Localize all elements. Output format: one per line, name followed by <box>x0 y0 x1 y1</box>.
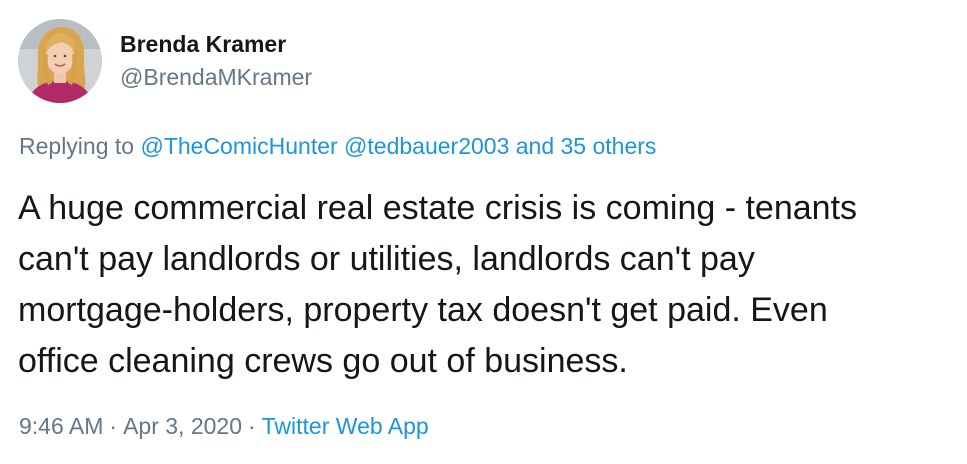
tweet-text: A huge commercial real estate crisis is … <box>18 183 963 387</box>
replying-to-line: Replying to @TheComicHunter @tedbauer200… <box>19 132 656 160</box>
author-handle[interactable]: @BrendaMKramer <box>120 63 312 91</box>
avatar[interactable] <box>18 19 102 103</box>
tweet-card: Brenda Kramer @BrendaMKramer Replying to… <box>0 0 967 464</box>
mention-thecomichunter[interactable]: @TheComicHunter <box>140 133 337 159</box>
tweet-source[interactable]: Twitter Web App <box>262 413 429 439</box>
meta-separator: · <box>247 413 256 439</box>
meta-separator: · <box>109 413 118 439</box>
tweet-text-line: can't pay landlords or utilities, landlo… <box>18 240 755 278</box>
mention-tedbauer2003[interactable]: @tedbauer2003 <box>344 133 509 159</box>
others-link[interactable]: and 35 others <box>516 133 657 159</box>
tweet-time[interactable]: 9:46 AM <box>19 413 103 439</box>
profile-photo <box>18 19 102 103</box>
tweet-date[interactable]: Apr 3, 2020 <box>123 413 242 439</box>
author-name[interactable]: Brenda Kramer <box>120 30 286 58</box>
tweet-text-line: office cleaning crews go out of business… <box>18 342 628 380</box>
tweet-text-line: A huge commercial real estate crisis is … <box>18 189 858 227</box>
tweet-text-line: mortgage-holders, property tax doesn't g… <box>18 291 828 329</box>
replying-to-label: Replying to <box>19 133 135 159</box>
tweet-metadata: 9:46 AM · Apr 3, 2020 · Twitter Web App <box>19 412 429 440</box>
